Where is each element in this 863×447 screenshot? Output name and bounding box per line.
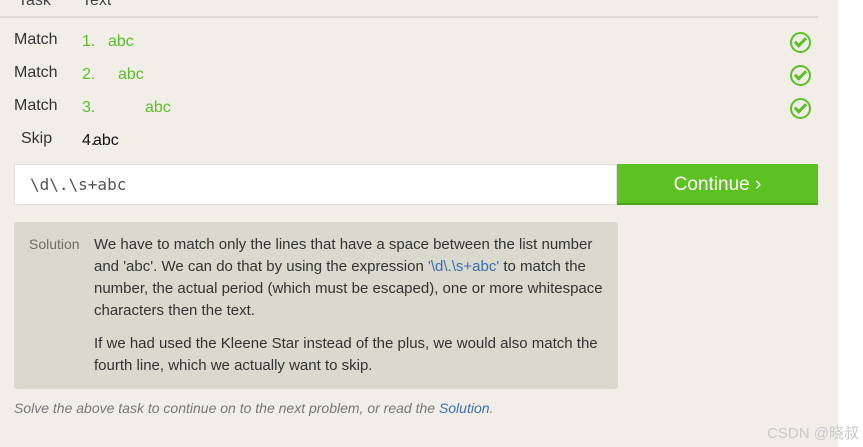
task-label: Match [14, 31, 58, 48]
footer-text: Solve the above task to continue on to t… [14, 400, 439, 416]
solution-paragraph-1: We have to match only the lines that hav… [94, 234, 604, 322]
task-label: Skip [21, 130, 53, 147]
solution-label: Solution [29, 236, 80, 252]
solution-box: Solution We have to match only the lines… [14, 222, 618, 389]
solution-paragraph-2: If we had used the Kleene Star instead o… [94, 335, 598, 374]
table-row: Match 3. abc [0, 96, 818, 126]
solution-body: We have to match only the lines that hav… [94, 234, 604, 388]
task-label: Match [14, 64, 58, 81]
solution-expression: '\d\.\s+abc' [428, 258, 500, 275]
check-circle-icon [790, 65, 811, 86]
check-circle-icon [790, 98, 811, 119]
table-row: Match 2. abc [0, 63, 818, 93]
regex-input-wrapper [14, 164, 617, 205]
footer-end: . [489, 400, 494, 416]
header-text: Text [82, 0, 112, 9]
row-number: 3. [82, 99, 96, 116]
row-text: abc [118, 66, 144, 83]
row-text: abc [145, 99, 171, 116]
row-number: 1. [82, 33, 96, 50]
row-number: 2. [82, 66, 96, 83]
task-label: Match [14, 97, 58, 114]
exercise-panel: Task Text Match 1. abc Match 2. abc Matc… [0, 0, 838, 447]
continue-button[interactable]: Continue › [617, 164, 818, 205]
regex-input[interactable] [15, 165, 616, 204]
table-header: Task Text [0, 0, 818, 18]
header-task: Task [18, 0, 51, 9]
solution-link[interactable]: Solution [439, 400, 490, 416]
watermark: CSDN @晓叔 [767, 425, 859, 442]
table-row: Skip 4. abc [0, 129, 818, 159]
table-row: Match 1. abc [0, 30, 818, 60]
row-text: abc [108, 33, 134, 50]
check-circle-icon [790, 32, 811, 53]
footer-note: Solve the above task to continue on to t… [14, 400, 493, 416]
row-text: abc [93, 132, 119, 149]
